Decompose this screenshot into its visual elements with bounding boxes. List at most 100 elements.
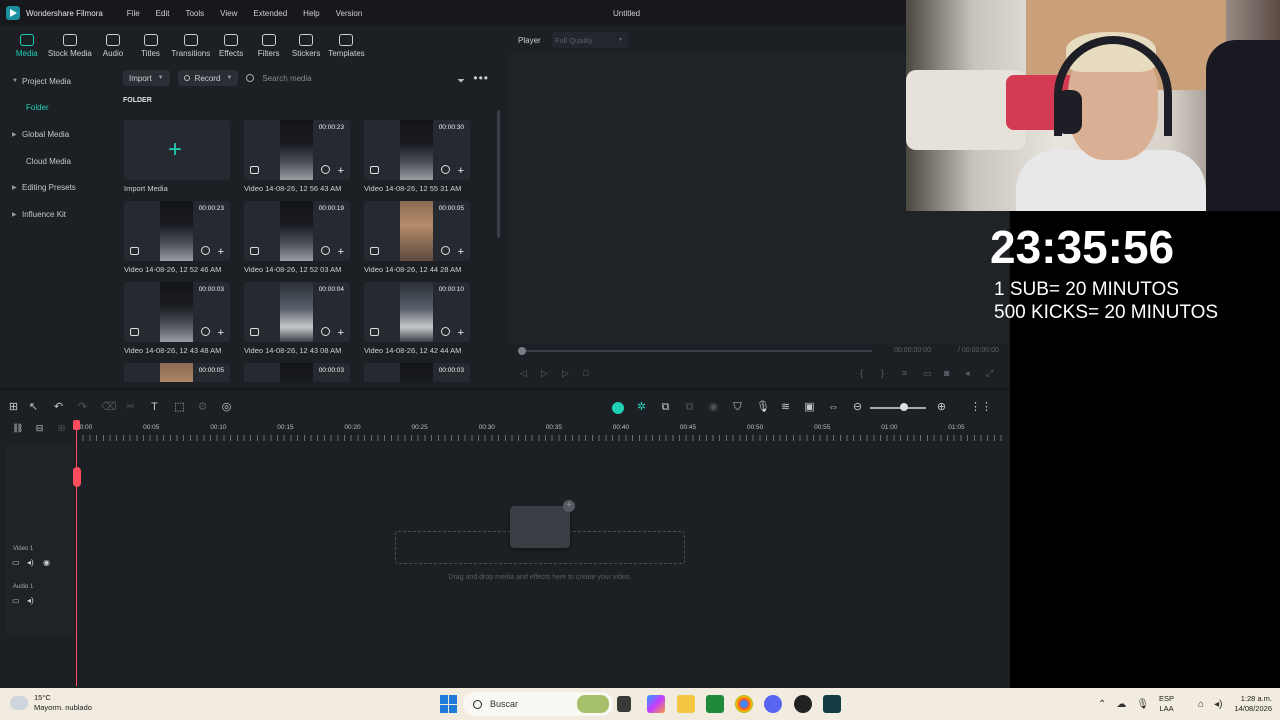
add-to-timeline-icon[interactable]: + (218, 328, 224, 339)
folder-icon[interactable]: ▭ (12, 558, 20, 567)
media-thumbnail[interactable]: 00:00:05 + (364, 201, 470, 261)
sidebar-item-influence-kit[interactable]: ▶ Influence Kit (6, 201, 102, 228)
stop-icon[interactable]: □ (583, 368, 593, 378)
mark-in-icon[interactable]: { (860, 368, 870, 378)
previous-frame-icon[interactable]: ◁ (520, 368, 530, 378)
media-item[interactable]: 00:00:23 + Video 14-08-26, 12 52 46 AM (124, 201, 230, 279)
tab-filters[interactable]: Filters (250, 28, 288, 62)
media-item[interactable]: 00:00:30 + Video 14-08-26, 12 55 31 AM (364, 120, 470, 198)
clock[interactable]: 1:28 a.m. 14/08/2026 (1234, 694, 1272, 714)
media-thumbnail[interactable]: 00:00:05 (124, 363, 230, 382)
playhead-handle[interactable] (73, 467, 81, 487)
menu-version[interactable]: Version (336, 9, 363, 18)
menu-extended[interactable]: Extended (253, 9, 287, 18)
layout-grid-icon[interactable]: ⊞ (8, 402, 19, 413)
tab-effects[interactable]: Effects (212, 28, 250, 62)
ai-cut-icon[interactable]: ✲ (636, 402, 647, 413)
zoom-in-icon[interactable]: ⊕ (936, 402, 947, 413)
menu-tools[interactable]: Tools (185, 9, 204, 18)
app-icon[interactable] (794, 695, 812, 713)
cut-icon[interactable]: ✂ (125, 402, 136, 413)
xbox-icon[interactable] (706, 695, 724, 713)
menu-help[interactable]: Help (303, 9, 319, 18)
add-to-timeline-icon[interactable]: + (458, 166, 464, 177)
media-item[interactable]: 00:00:19 + Video 14-08-26, 12 52 03 AM (244, 201, 350, 279)
microphone-icon[interactable]: 🎙 (756, 402, 770, 413)
sidebar-item-folder[interactable]: Folder (6, 95, 102, 122)
media-thumbnail[interactable]: 00:00:23 + (244, 120, 350, 180)
cloud-sync-icon[interactable]: ☁ (1116, 699, 1126, 710)
group-icon[interactable]: ⧉ (684, 402, 695, 413)
media-item[interactable]: 00:00:05 (124, 363, 230, 382)
add-to-timeline-icon[interactable]: + (338, 247, 344, 258)
zoom-slider[interactable] (870, 407, 926, 409)
redo-icon[interactable]: ↷ (77, 402, 88, 413)
windows-start-icon[interactable] (440, 695, 458, 713)
media-thumbnail[interactable]: 00:00:19 + (244, 201, 350, 261)
volume-icon[interactable]: ◂) (1214, 699, 1222, 710)
media-item[interactable]: 00:00:03 (364, 363, 470, 382)
tab-media[interactable]: Media (8, 28, 46, 62)
media-scrollbar[interactable] (497, 110, 500, 238)
preview-icon[interactable] (441, 165, 450, 174)
panel-divider[interactable] (0, 388, 1010, 391)
folder-icon[interactable]: ▭ (12, 596, 20, 605)
media-item[interactable]: 00:00:04 + Video 14-08-26, 12 43 08 AM (244, 282, 350, 360)
language-indicator[interactable]: ESP LAA (1159, 694, 1174, 714)
copilot-icon[interactable] (647, 695, 665, 713)
media-thumbnail[interactable]: 00:00:30 + (364, 120, 470, 180)
play-alt-icon[interactable]: ▷ (562, 368, 572, 378)
crop-icon[interactable]: ⬚ (174, 402, 185, 413)
playback-knob[interactable] (518, 347, 526, 355)
media-thumbnail[interactable]: 00:00:03 (364, 363, 470, 382)
track-add-icon[interactable]: ⊟ (34, 423, 45, 434)
import-media-card[interactable]: + Import Media (124, 120, 230, 198)
render-icon[interactable]: ≡ (902, 368, 912, 378)
add-to-timeline-icon[interactable]: + (218, 247, 224, 258)
media-thumbnail[interactable]: 00:00:03 + (124, 282, 230, 342)
quality-select[interactable]: Full Quality ▼ (552, 32, 628, 48)
weather-widget[interactable]: 15°C Mayorm. nublado (10, 693, 92, 713)
play-icon[interactable]: ▷ (541, 368, 551, 378)
mark-out-icon[interactable]: } (881, 368, 891, 378)
playback-progress[interactable] (522, 350, 872, 352)
tab-titles[interactable]: Titles (132, 28, 170, 62)
picture-in-picture-icon[interactable]: ▣ (804, 402, 815, 413)
zoom-knob[interactable] (900, 403, 908, 411)
preview-icon[interactable] (321, 246, 330, 255)
zoom-out-icon[interactable]: ⊖ (852, 402, 863, 413)
menu-edit[interactable]: Edit (156, 9, 170, 18)
select-tool-icon[interactable]: ↖ (28, 402, 39, 413)
tab-templates[interactable]: Templates (325, 28, 368, 62)
media-thumbnail[interactable]: 00:00:23 + (124, 201, 230, 261)
speaker-icon[interactable]: ◂) (27, 558, 34, 567)
tab-transitions[interactable]: Transitions (169, 28, 212, 62)
media-item[interactable]: 00:00:10 + Video 14-08-26, 12 42 44 AM (364, 282, 470, 360)
sidebar-item-cloud-media[interactable]: Cloud Media (6, 148, 102, 175)
eye-icon[interactable]: ◉ (43, 558, 50, 567)
media-item[interactable]: 00:00:05 + Video 14-08-26, 12 44 28 AM (364, 201, 470, 279)
snapshot-icon[interactable]: ◙ (944, 368, 954, 378)
media-item[interactable]: 00:00:03 (244, 363, 350, 382)
media-item[interactable]: 00:00:23 + Video 14-08-26, 12 56 43 AM (244, 120, 350, 198)
add-to-timeline-icon[interactable]: + (458, 328, 464, 339)
tab-stickers[interactable]: Stickers (287, 28, 325, 62)
import-media-thumb[interactable]: + (124, 120, 230, 180)
timeline-track-area[interactable] (78, 442, 1006, 686)
auto-highlight-icon[interactable] (612, 402, 624, 414)
audio-mixer-icon[interactable]: ≋ (780, 402, 791, 413)
tab-audio[interactable]: Audio (94, 28, 132, 62)
motion-icon[interactable]: ◉ (708, 402, 719, 413)
media-thumbnail[interactable]: 00:00:04 + (244, 282, 350, 342)
undo-icon[interactable]: ↶ (53, 402, 64, 413)
marker-icon[interactable]: ⛉ (732, 402, 743, 413)
fullscreen-icon[interactable]: ⤢ (986, 368, 996, 378)
preview-icon[interactable] (441, 246, 450, 255)
add-to-timeline-icon[interactable]: + (338, 328, 344, 339)
timeline-ruler[interactable]: ⛓ ⊟ ⊞ 00:00 00:05 00:10 00:15 00:20 00:25 00:3… (0, 420, 1010, 442)
microphone-icon[interactable]: 🎙 (1136, 699, 1149, 710)
discord-icon[interactable] (764, 695, 782, 713)
media-thumbnail[interactable]: 00:00:03 (244, 363, 350, 382)
preview-icon[interactable] (441, 327, 450, 336)
folder-icon[interactable] (677, 695, 695, 713)
